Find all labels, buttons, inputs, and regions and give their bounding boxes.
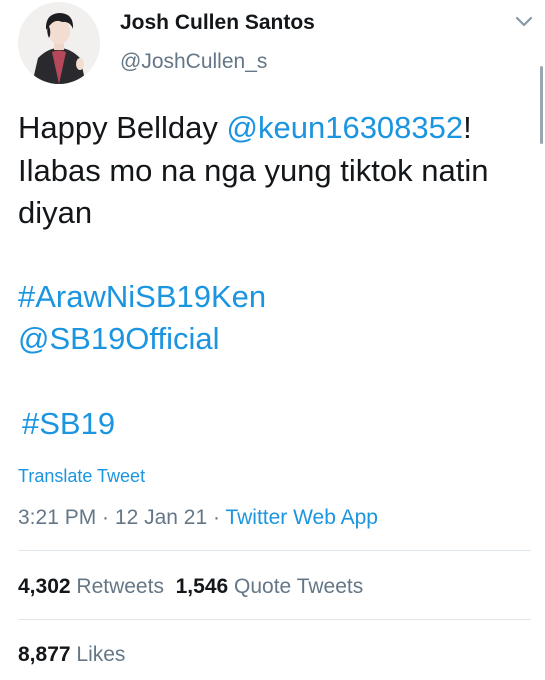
- author-handle[interactable]: @JoshCullen_s: [120, 50, 267, 74]
- scrollbar[interactable]: [540, 66, 543, 144]
- mention-link[interactable]: @keun16308352: [227, 110, 464, 145]
- tweet-text-line-1: Happy Bellday @keun16308352!: [18, 110, 472, 146]
- divider: [18, 619, 531, 620]
- tweet-time[interactable]: 3:21 PM: [18, 506, 96, 529]
- retweets-stat[interactable]: 4,302 Retweets: [18, 575, 164, 598]
- tweet-text: !: [463, 110, 472, 145]
- tweet-text-line-3: diyan: [18, 195, 93, 230]
- tweet-card: Josh Cullen Santos @JoshCullen_s Happy B…: [0, 0, 545, 680]
- tweet-source-link[interactable]: Twitter Web App: [225, 506, 378, 529]
- likes-count: 8,877: [18, 643, 71, 666]
- chevron-down-icon[interactable]: [514, 14, 534, 30]
- hashtag-link[interactable]: #SB19: [22, 406, 115, 442]
- engagement-stats: 4,302 Retweets 1,546 Quote Tweets: [18, 575, 363, 599]
- translate-tweet-link[interactable]: Translate Tweet: [18, 466, 145, 487]
- hashtag-link[interactable]: #ArawNiSB19Ken: [18, 279, 266, 315]
- quote-tweets-label: Quote Tweets: [234, 575, 364, 598]
- likes-stat[interactable]: 8,877 Likes: [18, 643, 125, 667]
- quote-tweets-count: 1,546: [175, 575, 229, 598]
- tweet-text: Happy Bellday: [18, 110, 227, 145]
- likes-label: Likes: [76, 643, 126, 666]
- mention-link[interactable]: @SB19Official: [18, 321, 220, 357]
- tweet-metadata: 3:21 PM · 12 Jan 21 · Twitter Web App: [18, 506, 378, 530]
- separator: ·: [96, 506, 115, 529]
- avatar-illustration: [18, 2, 100, 84]
- tweet-date[interactable]: 12 Jan 21: [115, 506, 207, 529]
- author-display-name[interactable]: Josh Cullen Santos: [120, 11, 315, 35]
- tweet-text-line-2: Ilabas mo na nga yung tiktok natin: [18, 153, 489, 188]
- author-avatar[interactable]: [18, 2, 100, 84]
- retweets-label: Retweets: [76, 575, 164, 598]
- divider: [18, 550, 531, 551]
- separator: ·: [207, 506, 226, 529]
- retweets-count: 4,302: [18, 575, 71, 598]
- quote-tweets-stat[interactable]: 1,546 Quote Tweets: [176, 575, 364, 598]
